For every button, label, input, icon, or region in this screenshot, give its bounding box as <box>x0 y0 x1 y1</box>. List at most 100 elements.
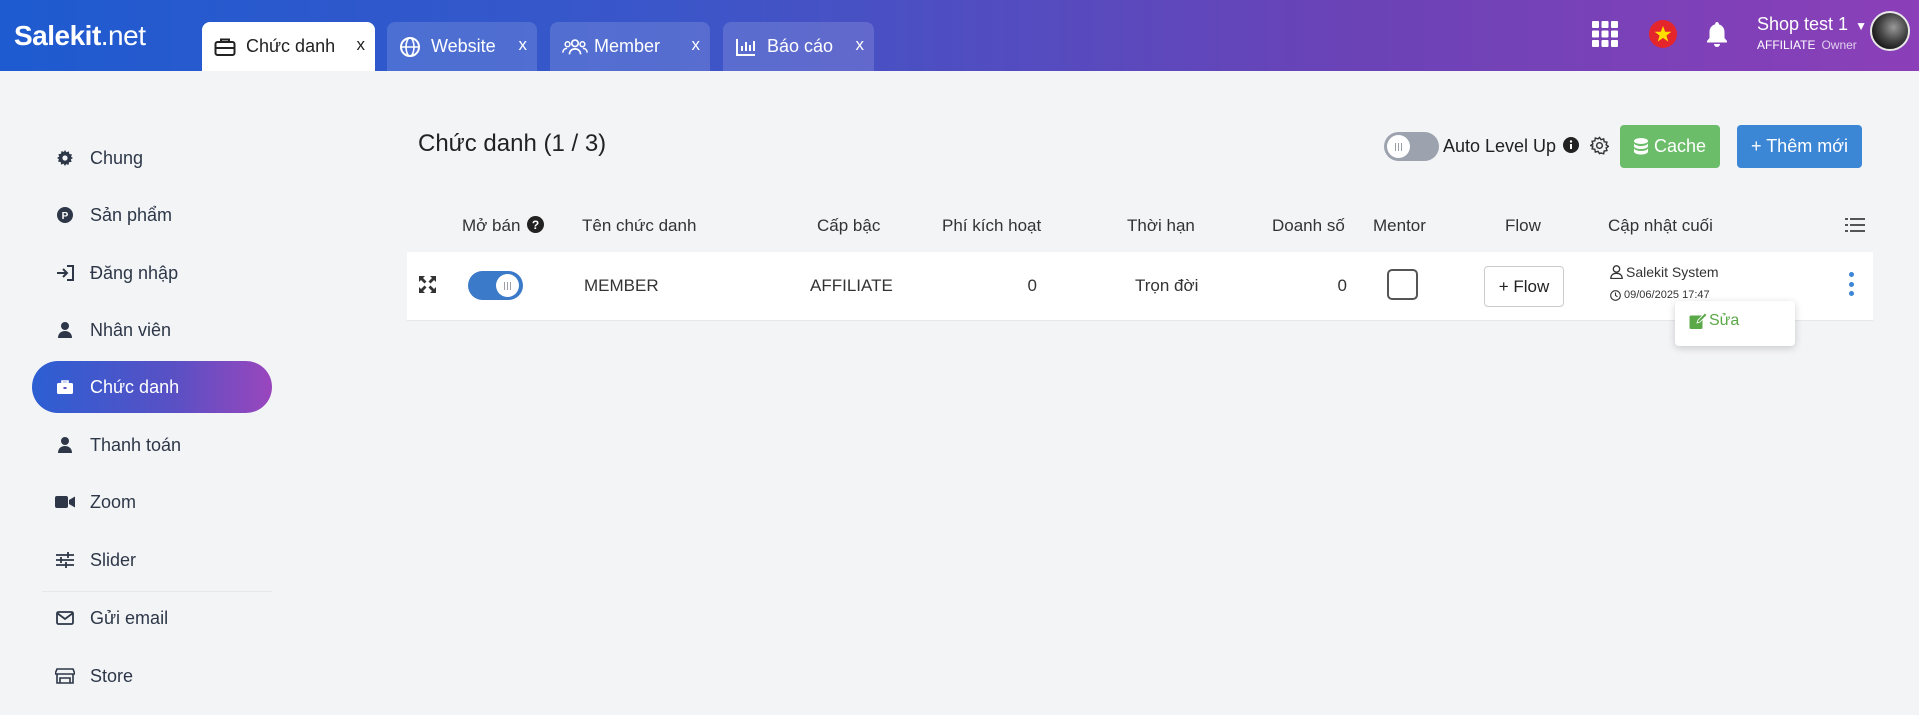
user-title-label: Owner <box>1821 38 1857 52</box>
column-header-updated[interactable]: Cập nhật cuối <box>1608 216 1713 236</box>
user-icon <box>54 437 76 453</box>
sidebar-item-gui-email[interactable]: Gửi email <box>32 592 272 644</box>
users-icon <box>562 36 588 58</box>
user-outline-icon <box>1610 265 1623 279</box>
sidebar-item-label: Chung <box>90 147 144 168</box>
user-role-label: AFFILIATE <box>1757 38 1816 52</box>
caret-down-icon: ▼ <box>1855 19 1867 33</box>
tab-label: Báo cáo <box>767 36 834 56</box>
sidebar-item-label: Gửi email <box>90 607 169 628</box>
apps-grid-icon[interactable] <box>1591 20 1619 48</box>
avatar[interactable] <box>1870 11 1910 51</box>
settings-gear-icon[interactable] <box>1588 136 1610 156</box>
updated-by-name: Salekit System <box>1626 264 1719 280</box>
column-header-flow: Flow <box>1505 216 1541 235</box>
tab-label: Member <box>594 36 661 56</box>
gear-icon <box>54 150 76 166</box>
cell-name: MEMBER <box>584 276 659 295</box>
expand-icon[interactable] <box>419 276 436 298</box>
tab-close-button[interactable]: x <box>692 35 701 55</box>
open-sale-toggle[interactable] <box>468 271 523 300</box>
login-icon <box>54 265 76 281</box>
updated-at: 09/06/2025 17:47 <box>1610 289 1710 301</box>
column-header-fee[interactable]: Phí kích hoạt <box>942 216 1041 236</box>
sidebar-item-zoom[interactable]: Zoom <box>32 476 272 528</box>
svg-text:?: ? <box>532 218 539 232</box>
svg-text:P: P <box>62 211 69 222</box>
updated-by: Salekit System <box>1610 264 1719 280</box>
tab-website[interactable]: Website x <box>387 22 537 71</box>
column-header-name[interactable]: Tên chức danh <box>582 216 696 236</box>
logo-suffix: .net <box>100 20 146 51</box>
column-label: Mở bán <box>462 216 521 235</box>
auto-level-up-toggle[interactable] <box>1384 132 1439 161</box>
bell-icon[interactable] <box>1704 20 1730 48</box>
sidebar-item-chuc-danh[interactable]: Chức danh <box>32 361 272 413</box>
sidebar-item-label: Chức danh <box>90 376 180 397</box>
sidebar-item-slider[interactable]: Slider <box>32 534 272 586</box>
salekit-logo[interactable]: Salekit.net <box>14 20 146 52</box>
tab-bao-cao[interactable]: Báo cáo x <box>723 22 874 71</box>
table-header: Mở bán ? Tên chức danh Cấp bậc Phí kích … <box>407 200 1873 252</box>
sidebar-item-san-pham[interactable]: P Sản phẩm <box>32 189 272 241</box>
store-icon <box>54 668 76 684</box>
column-header-sales[interactable]: Doanh số <box>1272 216 1345 236</box>
page-title: Chức danh (1 / 3) <box>418 130 607 157</box>
tab-close-button[interactable]: x <box>856 35 865 55</box>
sidebar-item-label: Thanh toán <box>90 434 182 455</box>
vietnam-flag-icon[interactable] <box>1649 20 1677 48</box>
briefcase-icon <box>54 380 76 394</box>
tab-label: Website <box>431 36 496 56</box>
video-icon <box>54 495 76 509</box>
question-circle-icon[interactable]: ? <box>527 216 545 238</box>
user-menu[interactable]: Shop test 1 ▼ <box>1757 14 1867 35</box>
user-icon <box>54 322 76 338</box>
edit-menu-label: Sửa <box>1709 312 1740 329</box>
row-actions-kebab-icon[interactable] <box>1843 272 1859 296</box>
sidebar-item-label: Slider <box>90 549 137 570</box>
column-settings-icon[interactable] <box>1845 217 1865 238</box>
tab-close-button[interactable]: x <box>519 35 528 55</box>
sidebar-item-label: Nhân viên <box>90 319 172 340</box>
auto-level-up-text: Auto Level Up <box>1443 136 1557 156</box>
column-header-mentor: Mentor <box>1373 216 1426 235</box>
user-name: Shop test 1 <box>1757 14 1849 34</box>
tab-member[interactable]: Member x <box>550 22 710 71</box>
briefcase-icon <box>214 36 240 58</box>
column-header-level[interactable]: Cấp bậc <box>817 216 880 236</box>
chart-icon <box>735 36 761 58</box>
tab-close-button[interactable]: x <box>357 35 366 55</box>
info-icon[interactable] <box>1563 136 1580 158</box>
edit-menu-item[interactable]: Sửa <box>1689 312 1739 330</box>
cell-fee: 0 <box>1027 276 1037 295</box>
globe-icon <box>399 36 425 58</box>
sidebar-item-label: Zoom <box>90 491 137 512</box>
add-new-button[interactable]: + Thêm mới <box>1737 125 1862 168</box>
table-row: MEMBER AFFILIATE 0 Trọn đời 0 + Flow Sal… <box>407 252 1873 321</box>
updated-at-value: 09/06/2025 17:47 <box>1624 289 1710 301</box>
clock-icon <box>1610 289 1621 301</box>
column-header-open-sale: Mở bán ? <box>462 216 545 238</box>
sidebar-item-chung[interactable]: Chung <box>32 132 272 184</box>
cell-sales: 0 <box>1337 276 1347 295</box>
auto-level-up-label: Auto Level Up <box>1443 136 1580 158</box>
tab-label: Chức danh <box>246 36 336 56</box>
toggle-knob <box>1387 135 1410 158</box>
sidebar-item-thanh-toan[interactable]: Thanh toán <box>32 419 272 471</box>
edit-icon <box>1689 312 1707 330</box>
toggle-knob <box>496 274 519 297</box>
mentor-checkbox[interactable] <box>1387 269 1418 300</box>
sidebar-item-label: Đăng nhập <box>90 262 179 283</box>
top-bar: Salekit.net Chức danh x Website x Member… <box>0 0 1919 71</box>
sidebar-item-nhan-vien[interactable]: Nhân viên <box>32 304 272 356</box>
sliders-icon <box>54 552 76 568</box>
cache-button[interactable]: Cache <box>1620 125 1720 168</box>
column-header-duration[interactable]: Thời hạn <box>1127 216 1195 236</box>
sidebar-item-label: Sản phẩm <box>90 204 173 225</box>
product-icon: P <box>54 207 76 223</box>
sidebar-item-dang-nhap[interactable]: Đăng nhập <box>32 247 272 299</box>
sidebar-item-store[interactable]: Store <box>32 650 272 702</box>
add-flow-button[interactable]: + Flow <box>1484 266 1564 307</box>
tab-chuc-danh[interactable]: Chức danh x <box>202 22 375 71</box>
database-icon <box>1633 138 1648 155</box>
